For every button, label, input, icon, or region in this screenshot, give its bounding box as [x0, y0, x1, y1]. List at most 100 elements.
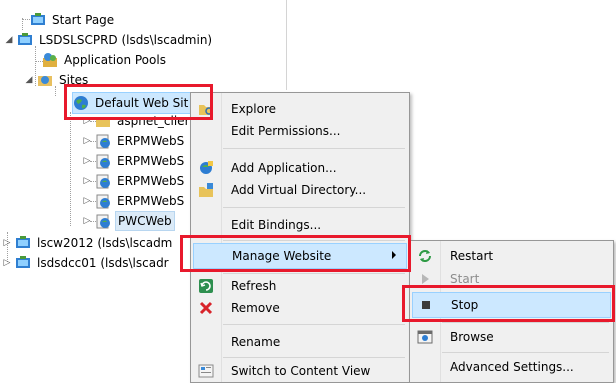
menu-separator — [223, 357, 405, 358]
tree-node-pwcweb[interactable]: ▷ PWCWeb — [82, 211, 175, 231]
menu-label: Switch to Content View — [231, 364, 371, 378]
explore-icon — [198, 101, 214, 117]
menu-label: Start — [450, 272, 480, 286]
tree-label: Default Web Sit — [95, 96, 189, 110]
server-icon — [15, 255, 31, 271]
menu-separator — [223, 148, 405, 149]
tree-label: LSDSLSCPRD (lsds\lscadmin) — [39, 33, 213, 47]
tree-label: PWCWeb — [115, 211, 175, 231]
tree-label: ERPMWebS — [117, 174, 185, 188]
add-application-icon — [198, 160, 214, 176]
tree-node-sites[interactable]: ◢ Sites — [24, 70, 90, 90]
submenu-item-restart[interactable]: Restart — [412, 245, 611, 267]
refresh-icon — [198, 278, 214, 294]
tree-node-erpm-1[interactable]: ▷ ERPMWebS — [82, 131, 186, 151]
start-page-icon — [30, 12, 46, 28]
submenu-item-browse[interactable]: Browse — [412, 326, 611, 348]
menu-label: Restart — [450, 249, 494, 263]
browse-icon — [417, 329, 433, 345]
menu-item-manage-website[interactable]: Manage Website — [193, 243, 407, 269]
tree-label: Sites — [59, 73, 89, 87]
menu-separator — [223, 240, 405, 241]
tree-line — [70, 112, 71, 226]
stop-icon — [418, 297, 434, 313]
menu-separator — [442, 352, 609, 353]
tree-node-erpm-3[interactable]: ▷ ERPMWebS — [82, 171, 186, 191]
context-menu: Explore Edit Permissions... Add Applicat… — [190, 92, 410, 383]
tree-node-erpm-4[interactable]: ▷ ERPMWebS — [82, 191, 186, 211]
menu-item-edit-permissions[interactable]: Edit Permissions... — [193, 120, 407, 142]
menu-item-edit-bindings[interactable]: Edit Bindings... — [193, 214, 407, 236]
globe-icon — [73, 95, 89, 111]
menu-label: Remove — [231, 301, 280, 315]
web-app-icon — [95, 213, 111, 229]
menu-label: Refresh — [231, 279, 277, 293]
submenu-item-advanced-settings[interactable]: Advanced Settings... — [412, 356, 611, 378]
tree-node-server-3[interactable]: ▷ lsdsdcc01 (lsds\lscadr — [2, 253, 171, 273]
menu-item-remove[interactable]: Remove — [193, 297, 407, 319]
menu-separator — [223, 273, 405, 274]
content-view-icon — [198, 363, 214, 379]
restart-icon — [417, 248, 433, 264]
menu-label: Advanced Settings... — [450, 360, 574, 374]
menu-separator — [223, 207, 405, 208]
web-app-icon — [95, 193, 111, 209]
tree-label: lsdsdcc01 (lsds\lscadr — [37, 256, 169, 270]
expand-arrow-icon[interactable]: ▷ — [2, 238, 12, 248]
tree-label: Application Pools — [64, 53, 166, 67]
web-app-icon — [95, 173, 111, 189]
menu-item-add-application[interactable]: Add Application... — [193, 157, 407, 179]
expand-arrow-icon[interactable]: ▷ — [82, 116, 92, 126]
tree-label: ERPMWebS — [117, 134, 185, 148]
menu-label: Browse — [450, 330, 494, 344]
tree-node-app-pools[interactable]: Application Pools — [42, 50, 168, 70]
menu-label: Add Virtual Directory... — [231, 183, 367, 197]
menu-label: Add Application... — [231, 161, 337, 175]
panel-divider — [286, 0, 287, 90]
tree-node-aspnet-client[interactable]: ▷ aspnet_clier — [82, 111, 192, 131]
submenu-item-stop[interactable]: Stop — [412, 292, 611, 318]
tree-node-server-2[interactable]: ▷ lscw2012 (lsds\lscadm — [2, 233, 174, 253]
expand-arrow-icon[interactable]: ▷ — [82, 156, 92, 166]
tree-label: aspnet_clier — [117, 114, 190, 128]
menu-item-rename[interactable]: Rename — [193, 331, 407, 353]
menu-label: Edit Bindings... — [231, 218, 322, 232]
tree-label: ERPMWebS — [117, 154, 185, 168]
web-app-icon — [95, 133, 111, 149]
menu-item-explore[interactable]: Explore — [193, 98, 407, 120]
tree-node-server[interactable]: ◢ LSDSLSCPRD (lsds\lscadmin) — [4, 30, 214, 50]
menu-label: Explore — [231, 102, 277, 116]
tree-label: Start Page — [52, 13, 115, 27]
menu-label: Manage Website — [232, 249, 332, 263]
expand-arrow-icon[interactable]: ▷ — [82, 176, 92, 186]
tree-node-start-page[interactable]: Start Page — [30, 10, 116, 30]
menu-separator — [442, 322, 609, 323]
expand-arrow-icon[interactable]: ▷ — [82, 216, 92, 226]
menu-separator — [223, 324, 405, 325]
manage-website-submenu: Restart Start Stop Browse Advanced Setti… — [409, 240, 614, 383]
collapse-arrow-icon[interactable]: ◢ — [24, 75, 34, 85]
menu-label: Rename — [231, 335, 281, 349]
expand-arrow-icon[interactable]: ▷ — [2, 258, 12, 268]
app-pools-icon — [42, 52, 58, 68]
submenu-arrow-icon — [392, 251, 396, 259]
server-icon — [17, 32, 33, 48]
menu-label: Edit Permissions... — [231, 124, 341, 138]
menu-item-switch-content-view[interactable]: Switch to Content View — [193, 360, 407, 382]
tree-label: ERPMWebS — [117, 194, 185, 208]
expand-arrow-icon[interactable]: ▷ — [82, 136, 92, 146]
submenu-item-start[interactable]: Start — [412, 268, 611, 290]
start-icon — [417, 271, 433, 287]
add-virtual-directory-icon — [198, 182, 214, 198]
collapse-arrow-icon[interactable]: ◢ — [4, 35, 14, 45]
tree-label: lscw2012 (lsds\lscadm — [37, 236, 173, 250]
expand-arrow-icon[interactable]: ▷ — [82, 196, 92, 206]
sites-folder-icon — [37, 72, 53, 88]
folder-icon — [95, 113, 111, 129]
menu-item-add-virtual-directory[interactable]: Add Virtual Directory... — [193, 179, 407, 201]
tree-node-erpm-2[interactable]: ▷ ERPMWebS — [82, 151, 186, 171]
remove-icon — [198, 300, 214, 316]
menu-item-refresh[interactable]: Refresh — [193, 275, 407, 297]
server-icon — [15, 235, 31, 251]
web-app-icon — [95, 153, 111, 169]
